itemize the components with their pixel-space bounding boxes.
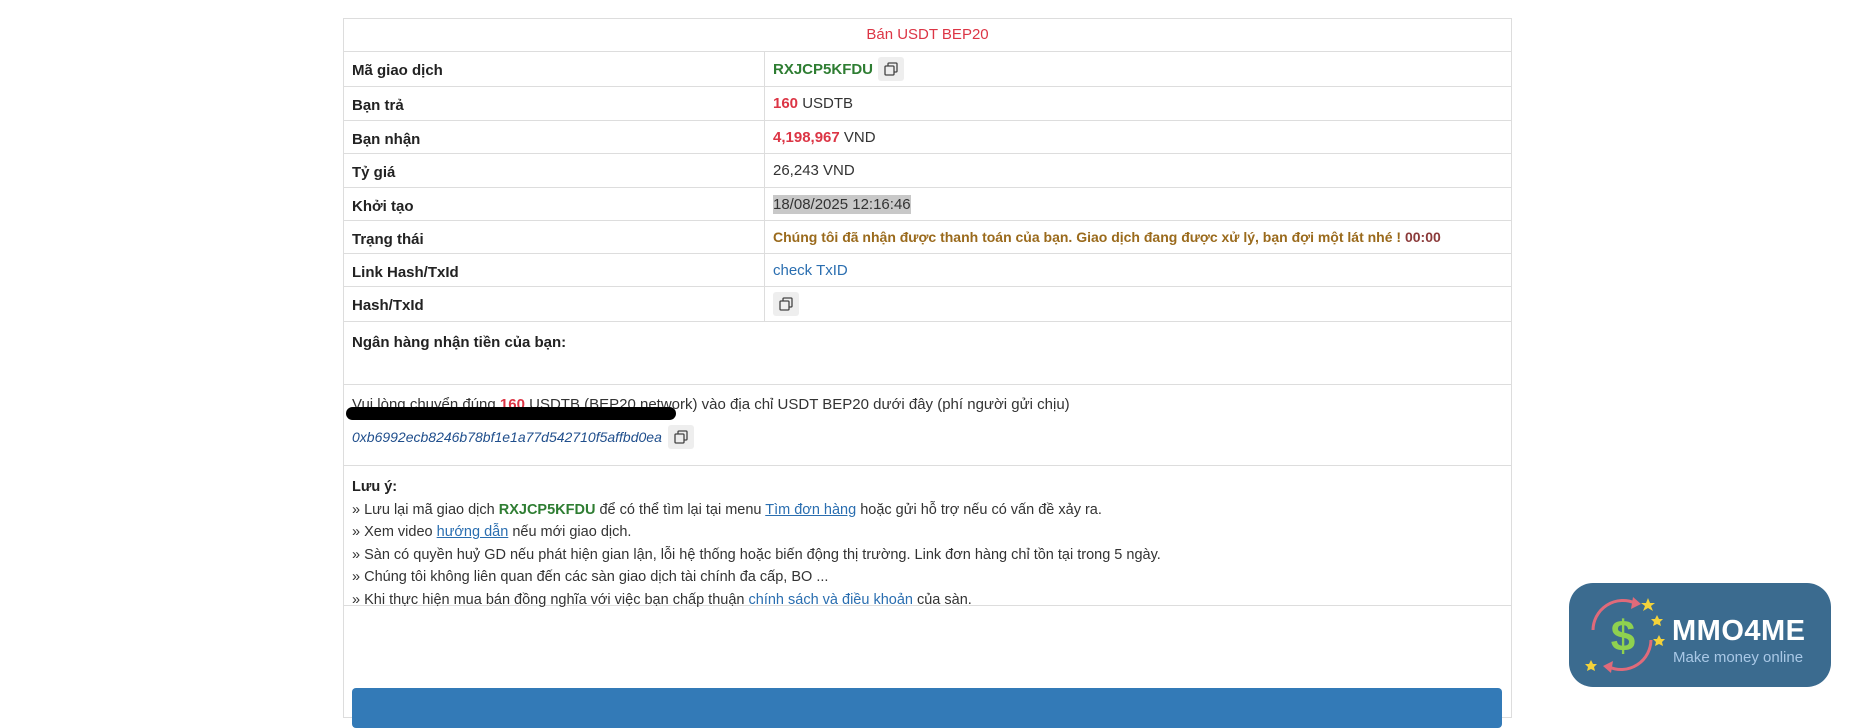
copy-icon xyxy=(674,430,688,444)
transfer-instructions: Vui lòng chuyển đúng 160 USDTB (BEP20 ne… xyxy=(344,385,1511,466)
bank-row: Ngân hàng nhận tiền của bạn: xyxy=(344,322,1511,385)
you-receive-unit: VND xyxy=(843,128,876,146)
badge-brand: MMO4ME xyxy=(1672,615,1806,647)
status-label: Trạng thái xyxy=(344,221,765,253)
rate-label: Tỷ giá xyxy=(344,154,765,187)
rate-value: 26,243 VND xyxy=(773,162,855,179)
note-line-1: » Lưu lại mã giao dịch RXJCP5KFDU để có … xyxy=(352,499,1503,522)
note-line-4: » Chúng tôi không liên quan đến các sàn … xyxy=(352,569,829,585)
created-label: Khởi tạo xyxy=(344,188,765,220)
row-you-pay: Bạn trả 160 USDTB xyxy=(344,87,1511,121)
txn-code-value-cell: RXJCP5KFDU xyxy=(765,52,1511,86)
copy-hash-button[interactable] xyxy=(773,292,799,316)
you-pay-unit: USDTB xyxy=(802,95,854,112)
row-rate: Tỷ giá 26,243 VND xyxy=(344,154,1511,188)
note-line-2: » Xem video hướng dẫn nếu mới giao dịch. xyxy=(352,521,1503,544)
primary-action-button[interactable] xyxy=(352,688,1502,728)
row-created: Khởi tạo 18/08/2025 12:16:46 xyxy=(344,188,1511,221)
you-pay-value: 160 USDTB xyxy=(765,87,1511,120)
find-order-link[interactable]: Tìm đơn hàng xyxy=(765,502,856,518)
note-5-text-a: » Khi thực hiện mua bán đồng nghĩa với v… xyxy=(352,591,745,608)
transaction-card: Bán USDT BEP20 Mã giao dịch RXJCP5KFDU B… xyxy=(343,18,1512,728)
you-receive-amount: 4,198,967 xyxy=(773,128,840,146)
copy-txn-code-button[interactable] xyxy=(878,57,905,81)
you-pay-label: Bạn trả xyxy=(344,87,765,120)
row-status: Trạng thái Chúng tôi đã nhận được thanh … xyxy=(344,221,1511,254)
redacted-bank-info xyxy=(346,407,676,420)
note-5-text-b: của sàn. xyxy=(916,591,972,608)
note-1-text-a: » Lưu lại mã giao dịch xyxy=(352,501,495,518)
you-receive-label: Bạn nhận xyxy=(344,121,765,153)
note-1-text-b: để có thể tìm lại tại menu xyxy=(599,501,762,518)
note-1-text-c: hoặc gửi hỗ trợ nếu có vấn đề xảy ra. xyxy=(860,501,1102,518)
guide-link[interactable]: hướng dẫn xyxy=(437,524,509,540)
copy-icon xyxy=(779,297,793,311)
row-link-hash: Link Hash/TxId check TxID xyxy=(344,254,1511,287)
note-2-text-b: nếu mới giao dịch. xyxy=(512,524,632,540)
check-txid-link[interactable]: check TxID xyxy=(773,262,848,279)
card-title: Bán USDT BEP20 xyxy=(344,19,1511,52)
mmo4me-badge[interactable]: $ MMO4ME Make money online xyxy=(1569,583,1831,687)
wallet-address: 0xb6992ecb8246b78bf1e1a77d542710f5affbd0… xyxy=(352,429,662,445)
status-text-wrap: Chúng tôi đã nhận được thanh toán của bạ… xyxy=(773,229,1441,245)
row-hash: Hash/TxId xyxy=(344,287,1511,322)
notes-section: Lưu ý: » Lưu lại mã giao dịch RXJCP5KFDU… xyxy=(344,466,1511,608)
notes-title: Lưu ý: xyxy=(352,479,398,495)
svg-text:$: $ xyxy=(1611,612,1635,661)
note-1-code: RXJCP5KFDU xyxy=(498,501,596,518)
copy-address-button[interactable] xyxy=(667,425,694,449)
badge-tagline: Make money online xyxy=(1673,649,1804,666)
you-receive-value: 4,198,967 VND xyxy=(765,121,1511,153)
dollar-cycle-icon: $ xyxy=(1585,597,1665,673)
bank-label: Ngân hàng nhận tiền của bạn: xyxy=(352,334,567,351)
you-pay-amount: 160 xyxy=(773,95,799,112)
created-value: 18/08/2025 12:16:46 xyxy=(773,194,911,214)
txn-code-label: Mã giao dịch xyxy=(344,52,765,86)
status-text: Chúng tôi đã nhận được thanh toán của bạ… xyxy=(773,229,1402,245)
note-line-5: » Khi thực hiện mua bán đồng nghĩa với v… xyxy=(352,589,1503,612)
hash-label: Hash/TxId xyxy=(344,287,765,321)
row-txn-code: Mã giao dịch RXJCP5KFDU xyxy=(344,52,1511,87)
note-2-text-a: » Xem video xyxy=(352,524,433,540)
copy-icon xyxy=(884,62,898,76)
row-you-receive: Bạn nhận 4,198,967 VND xyxy=(344,121,1511,154)
note-line-3: » Sàn có quyền huỷ GD nếu phát hiện gian… xyxy=(352,546,1161,563)
wallet-address-line: 0xb6992ecb8246b78bf1e1a77d542710f5affbd0… xyxy=(352,425,694,449)
policy-link[interactable]: chính sách và điều khoản xyxy=(749,592,913,608)
status-timer: 00:00 xyxy=(1404,229,1441,245)
txn-code-value: RXJCP5KFDU xyxy=(773,60,874,78)
link-hash-label: Link Hash/TxId xyxy=(344,254,765,286)
